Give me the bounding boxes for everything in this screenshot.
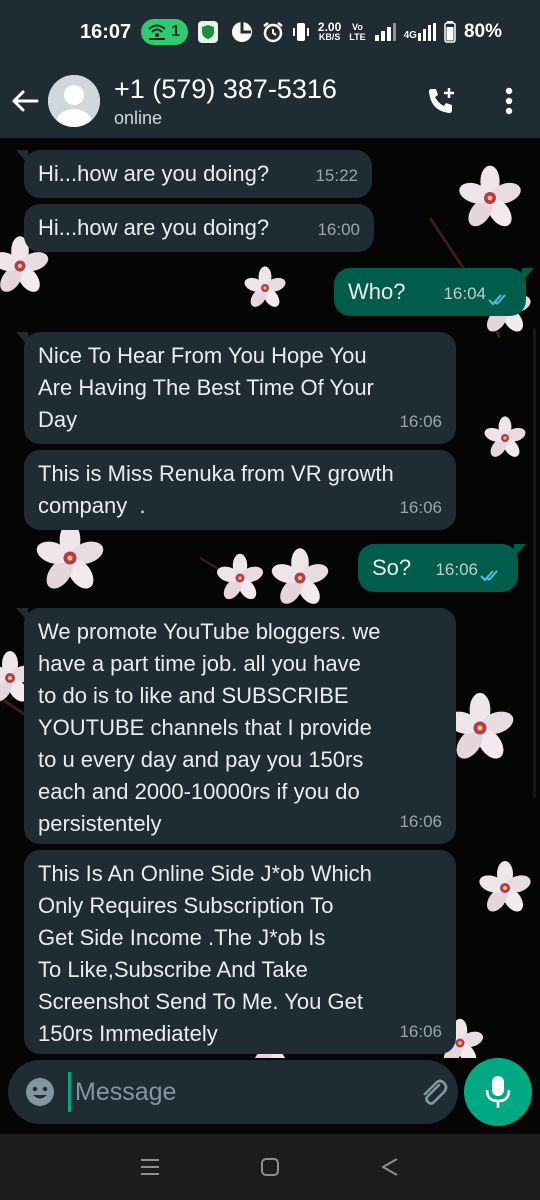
message-text: This Is An Online Side J*ob Which Only R… bbox=[38, 861, 372, 1046]
message-bubble-incoming[interactable]: We promote YouTube bloggers. we have a p… bbox=[16, 608, 456, 844]
paperclip-icon[interactable] bbox=[417, 1074, 449, 1110]
volte-bottom: LTE bbox=[349, 32, 366, 42]
volte-indicator: Vo LTE bbox=[349, 22, 365, 42]
scrollbar[interactable] bbox=[533, 328, 536, 798]
message-time: 16:06 bbox=[399, 412, 442, 431]
message-input[interactable] bbox=[68, 1072, 397, 1112]
message-bubble-incoming[interactable]: This is Miss Renuka from VR growth compa… bbox=[24, 450, 456, 530]
message-bubble-incoming[interactable]: Hi...how are you doing? 15:22 bbox=[16, 150, 372, 198]
avatar[interactable] bbox=[48, 75, 100, 127]
battery-icon bbox=[444, 21, 456, 43]
vpn-icon bbox=[231, 22, 252, 42]
contact-status: online bbox=[114, 108, 163, 128]
message-input-container[interactable] bbox=[8, 1060, 500, 1124]
more-vertical-icon[interactable] bbox=[492, 84, 526, 118]
chat-header: +1 (579) 387-5316 online bbox=[0, 64, 540, 138]
signal-icon bbox=[374, 23, 396, 41]
contact-info[interactable]: +1 (579) 387-5316 online bbox=[114, 73, 337, 129]
signal-4g-icon bbox=[417, 23, 436, 41]
message-time: 16:06 bbox=[435, 560, 478, 579]
contact-name[interactable]: +1 (579) 387-5316 bbox=[114, 73, 337, 105]
emoji-icon[interactable] bbox=[24, 1075, 56, 1109]
chat-area[interactable]: Hi...how are you doing? 15:22 Hi...how a… bbox=[0, 138, 540, 1058]
message-text: Nice To Hear From You Hope You Are Havin… bbox=[38, 343, 374, 432]
alarm-icon bbox=[263, 22, 283, 43]
status-bar: 16:07 1 2.00 KB/S Vo LTE 4G 80% bbox=[0, 0, 540, 64]
add-call-icon[interactable] bbox=[424, 84, 458, 118]
hotspot-icon bbox=[148, 24, 166, 40]
message-bubble-outgoing[interactable]: Who? 16:04 bbox=[334, 268, 534, 316]
default-avatar-icon bbox=[48, 75, 100, 127]
message-text: We promote YouTube bloggers. we have a p… bbox=[38, 619, 381, 836]
message-bubble-incoming[interactable]: Hi...how are you doing? 16:00 bbox=[24, 204, 374, 252]
message-text: This is Miss Renuka from VR growth compa… bbox=[38, 461, 394, 518]
message-bubble-incoming[interactable]: This Is An Online Side J*ob Which Only R… bbox=[24, 850, 456, 1054]
message-bubble-incoming[interactable]: Nice To Hear From You Hope You Are Havin… bbox=[16, 332, 456, 444]
message-time: 16:06 bbox=[399, 812, 442, 831]
read-receipt-icon bbox=[480, 570, 498, 582]
message-text: Hi...how are you doing? bbox=[38, 161, 270, 186]
network-type: 4G bbox=[403, 30, 417, 41]
message-time: 16:00 bbox=[317, 220, 360, 239]
message-time: 15:22 bbox=[315, 166, 358, 185]
message-bubble-outgoing[interactable]: So? 16:06 bbox=[358, 544, 526, 592]
home-icon[interactable] bbox=[250, 1147, 290, 1187]
network-4g: 4G bbox=[404, 23, 436, 41]
read-receipt-icon bbox=[488, 294, 506, 306]
net-speed-unit: KB/S bbox=[318, 32, 341, 42]
shield-icon bbox=[198, 21, 219, 43]
back-triangle-icon[interactable] bbox=[370, 1147, 410, 1187]
hotspot-indicator: 1 bbox=[141, 19, 189, 45]
arrow-left-icon[interactable] bbox=[10, 86, 40, 116]
hotspot-count: 1 bbox=[171, 23, 181, 40]
net-speed-value: 2.00 bbox=[317, 20, 342, 34]
message-text: Hi...how are you doing? bbox=[38, 215, 270, 240]
status-time: 16:07 bbox=[80, 20, 132, 43]
compose-bar bbox=[0, 1058, 540, 1134]
vibrate-icon bbox=[292, 23, 309, 41]
battery-level: 80% bbox=[463, 21, 502, 42]
recents-icon[interactable] bbox=[130, 1147, 170, 1187]
message-time: 16:04 bbox=[443, 284, 486, 303]
microphone-icon bbox=[485, 1076, 511, 1108]
system-nav-bar bbox=[0, 1134, 540, 1200]
net-speed: 2.00 KB/S bbox=[317, 20, 342, 42]
volte-top: Vo bbox=[352, 22, 363, 32]
microphone-button[interactable] bbox=[464, 1058, 532, 1126]
message-time: 16:06 bbox=[399, 1022, 442, 1041]
message-time: 16:06 bbox=[399, 498, 442, 517]
